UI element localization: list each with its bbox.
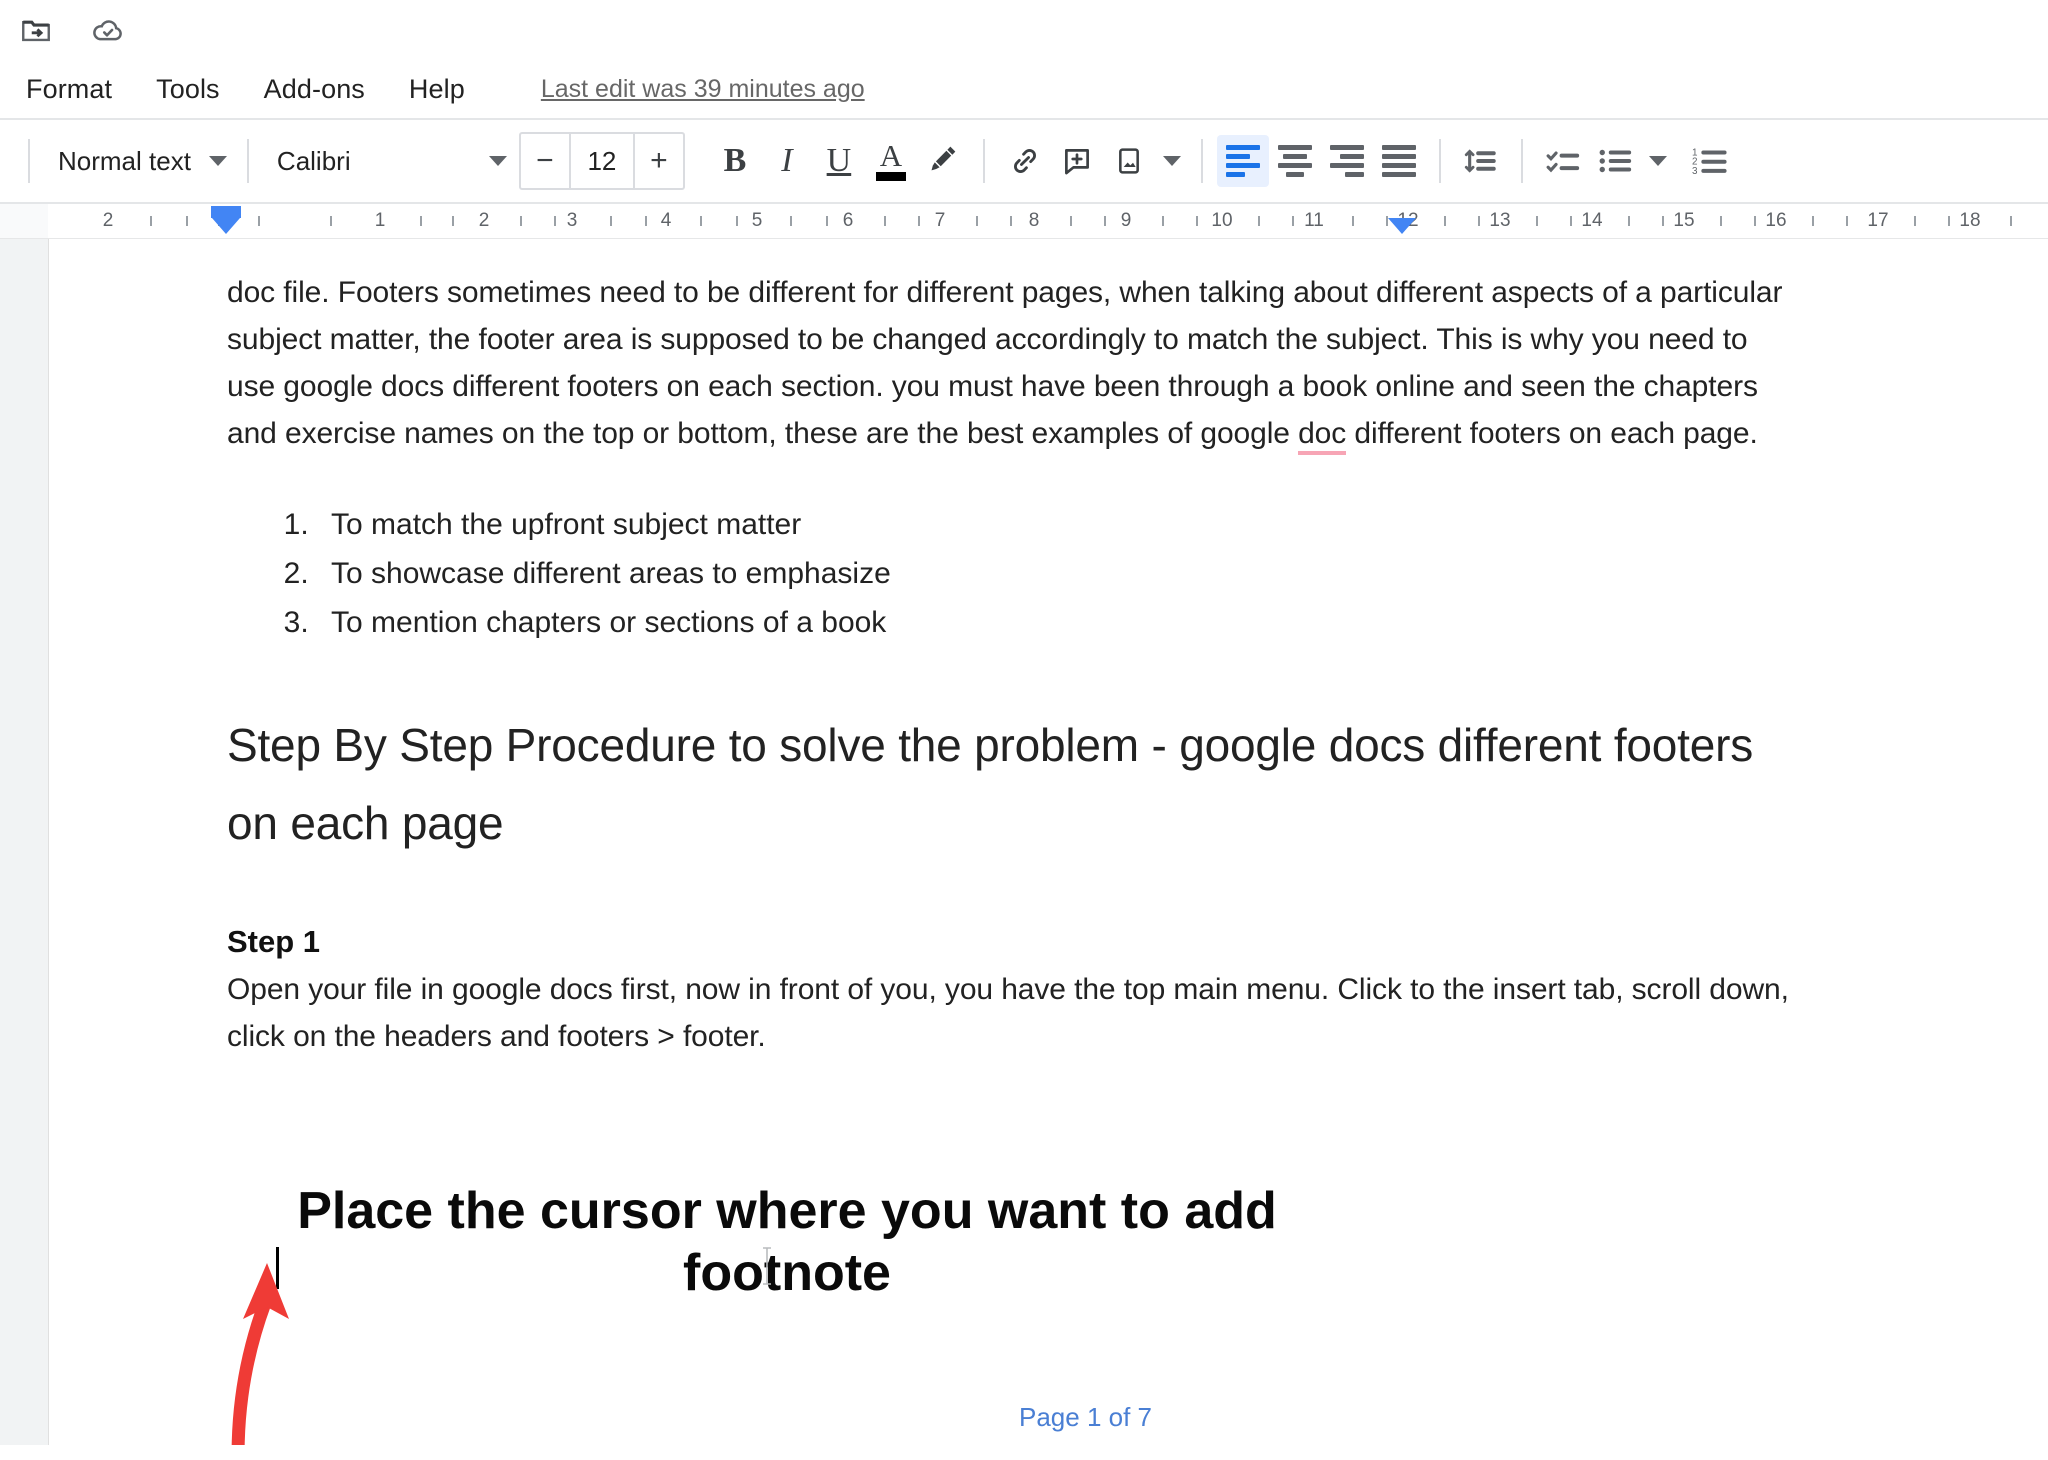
chevron-down-icon[interactable] — [1648, 156, 1667, 166]
text-color-button[interactable]: A — [865, 135, 917, 187]
ruler-label: 10 — [1211, 210, 1233, 231]
mouse-ibeam-cursor — [760, 1246, 774, 1286]
numbered-list: To match the upfront subject matter To s… — [227, 501, 1797, 646]
page-count-label: Page 1 of 7 — [1019, 1402, 1152, 1432]
paragraph-text-tail: different footers on each page. — [1346, 417, 1758, 450]
italic-button[interactable]: I — [761, 135, 813, 187]
align-left-button[interactable] — [1216, 135, 1269, 187]
ruler-label: 1 — [374, 210, 386, 231]
ruler-label: 15 — [1673, 210, 1695, 231]
ruler-label: 13 — [1489, 210, 1511, 231]
text-color-icon: A — [875, 137, 906, 182]
last-edit-status[interactable]: Last edit was 39 minutes ago — [541, 75, 865, 104]
ruler-label: 2 — [102, 210, 114, 231]
saved-to-drive-icon[interactable] — [86, 8, 130, 52]
font-size-stepper: − 12 + — [518, 132, 685, 190]
paragraph-style-label: Normal text — [58, 145, 191, 176]
ruler-label: 3 — [566, 210, 578, 231]
menu-bar: Format Tools Add-ons Help Last edit was … — [0, 60, 2048, 118]
ruler-label: 7 — [934, 210, 946, 231]
align-justify-button[interactable] — [1373, 135, 1425, 187]
bulleted-list-button[interactable] — [1589, 135, 1641, 187]
left-indent-marker[interactable] — [212, 218, 240, 234]
numbered-list-button[interactable]: 1 2 3 — [1683, 135, 1735, 187]
toolbar-divider — [1200, 139, 1203, 183]
font-size-input[interactable]: 12 — [568, 134, 635, 188]
svg-text:3: 3 — [1692, 166, 1698, 177]
ruler-label: 17 — [1867, 210, 1889, 231]
bold-label: B — [723, 142, 747, 179]
insert-link-button[interactable] — [999, 135, 1051, 187]
underline-label: U — [826, 142, 852, 179]
font-family-label: Calibri — [276, 145, 351, 176]
menu-item-help[interactable]: Help — [405, 71, 469, 108]
ruler-label: 16 — [1765, 210, 1787, 231]
ruler-label: 9 — [1120, 210, 1132, 231]
body-paragraph: doc file. Footers sometimes need to be d… — [227, 269, 1797, 457]
italic-label: I — [781, 142, 793, 179]
font-family-dropdown[interactable]: Calibri — [263, 135, 513, 187]
step-body-paragraph: Open your file in google docs first, now… — [227, 973, 1789, 1053]
decrease-font-size-button[interactable]: − — [521, 134, 569, 188]
document-canvas[interactable]: doc file. Footers sometimes need to be d… — [0, 239, 2048, 1445]
list-item: To match the upfront subject matter — [317, 501, 1797, 548]
increase-font-size-button[interactable]: + — [635, 134, 683, 188]
ruler-label: 14 — [1581, 210, 1603, 231]
chevron-down-icon — [488, 156, 507, 166]
ruler-label: 2 — [478, 210, 490, 231]
callout-text: Place the cursor where you want to add f… — [297, 1182, 1277, 1302]
ruler-label: 6 — [842, 210, 854, 231]
ruler-label: 8 — [1028, 210, 1040, 231]
step-label: Step 1 — [227, 924, 321, 959]
top-icon-strip — [0, 0, 2048, 60]
misspelled-word[interactable]: doc — [1298, 417, 1346, 455]
list-item: To showcase different areas to emphasize — [317, 550, 1797, 597]
paragraph-style-dropdown[interactable]: Normal text — [44, 135, 233, 187]
toolbar-divider — [1520, 139, 1523, 183]
underline-button[interactable]: U — [813, 135, 865, 187]
line-spacing-button[interactable] — [1455, 135, 1507, 187]
toolbar-divider — [246, 139, 249, 183]
text-cursor-caret — [276, 1247, 279, 1289]
first-line-indent-marker[interactable] — [211, 206, 241, 218]
toolbar-divider — [28, 139, 30, 183]
ruler-marks: 2 1 1 2 3 4 5 6 7 8 9 10 11 12 13 14 15 … — [0, 204, 2048, 238]
ruler-label: 18 — [1959, 210, 1981, 231]
formatting-toolbar: Normal text Calibri − 12 + B I U A 1 2 3 — [0, 118, 2048, 204]
horizontal-ruler[interactable]: 2 1 1 2 3 4 5 6 7 8 9 10 11 12 13 14 15 … — [0, 204, 2048, 239]
toolbar-divider — [1438, 139, 1441, 183]
document-page[interactable]: doc file. Footers sometimes need to be d… — [48, 239, 2048, 1445]
align-right-icon — [1329, 145, 1364, 177]
insert-image-button[interactable] — [1103, 135, 1155, 187]
text-color-swatch — [875, 172, 906, 182]
chevron-down-icon — [208, 156, 227, 166]
list-item: To mention chapters or sections of a boo… — [317, 599, 1797, 646]
align-center-icon — [1277, 145, 1312, 177]
page-content: doc file. Footers sometimes need to be d… — [227, 239, 1797, 1304]
checklist-button[interactable] — [1537, 135, 1589, 187]
ruler-label: 4 — [660, 210, 672, 231]
align-justify-icon — [1381, 145, 1416, 177]
ruler-label: 11 — [1304, 210, 1324, 231]
right-indent-marker[interactable] — [1388, 218, 1416, 234]
section-heading: Step By Step Procedure to solve the prob… — [227, 719, 1754, 849]
text-color-letter: A — [879, 137, 903, 173]
chevron-down-icon[interactable] — [1162, 156, 1181, 166]
highlight-color-button[interactable] — [917, 135, 969, 187]
align-center-button[interactable] — [1269, 135, 1321, 187]
toolbar-divider — [982, 139, 985, 183]
menu-item-tools[interactable]: Tools — [152, 71, 224, 108]
add-comment-button[interactable] — [1051, 135, 1103, 187]
menu-item-add-ons[interactable]: Add-ons — [260, 71, 369, 108]
menu-item-format[interactable]: Format — [22, 71, 116, 108]
align-right-button[interactable] — [1321, 135, 1373, 187]
move-to-folder-icon[interactable] — [14, 8, 58, 52]
highlighter-pen-icon — [926, 142, 960, 181]
ruler-label: 5 — [751, 210, 763, 231]
align-left-icon — [1225, 145, 1260, 177]
bold-button[interactable]: B — [709, 135, 761, 187]
